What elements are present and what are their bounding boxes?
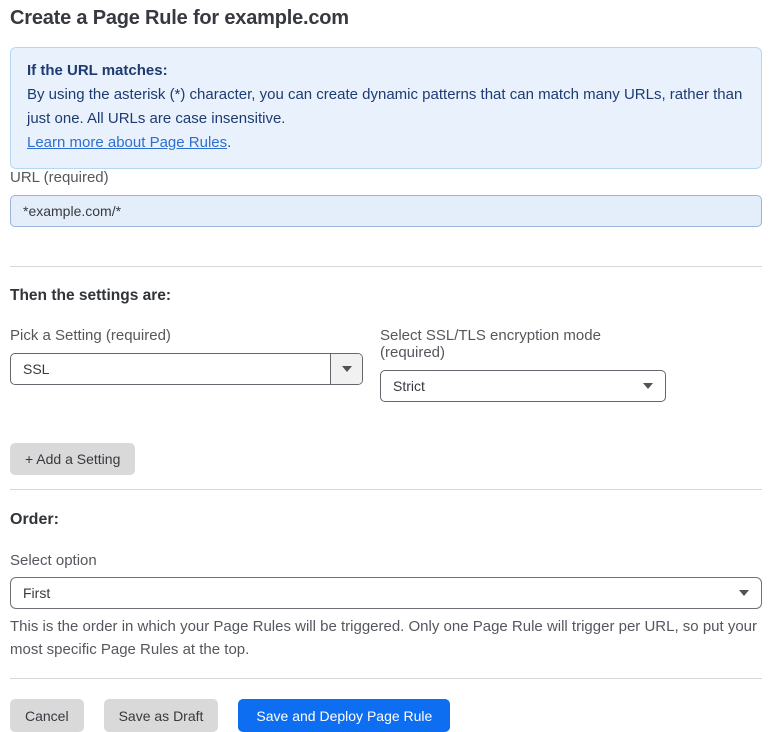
pick-setting-value: SSL [23,361,50,377]
ssl-mode-select[interactable]: Strict [380,370,666,402]
order-select-value: First [23,585,51,601]
url-match-info-banner: If the URL matches: By using the asteris… [10,47,762,169]
pick-setting-label: Pick a Setting (required) [10,327,171,344]
url-input[interactable] [10,195,762,227]
order-section-heading: Order: [10,511,59,528]
add-setting-button[interactable]: + Add a Setting [10,443,136,475]
divider [10,266,762,267]
chevron-down-icon [739,590,749,596]
save-as-draft-button[interactable]: Save as Draft [103,699,219,732]
chevron-down-icon [341,366,352,372]
chevron-down-icon [643,383,653,389]
pick-setting-group: Pick a Setting (required) SSL [10,327,363,402]
learn-more-link[interactable]: Learn more about Page Rules [27,134,227,151]
ssl-mode-label: Select SSL/TLS encryption mode (required… [380,327,601,361]
footer-actions: Cancel Save as Draft Save and Deploy Pag… [10,699,762,732]
order-select[interactable]: First [10,577,762,609]
divider [10,489,762,490]
ssl-mode-value: Strict [393,378,425,394]
save-and-deploy-button[interactable]: Save and Deploy Page Rule [238,699,451,732]
settings-section-heading: Then the settings are: [10,287,172,304]
link-period: . [227,134,232,151]
pick-setting-select[interactable]: SSL [10,353,363,385]
divider [10,678,762,679]
ssl-mode-group: Select SSL/TLS encryption mode (required… [380,327,666,402]
info-banner-body: By using the asterisk (*) character, you… [27,86,743,127]
page-title: Create a Page Rule for example.com [10,7,349,29]
order-select-label: Select option [10,552,97,569]
info-banner-link-line: Learn more about Page Rules. [27,131,745,155]
order-help-text: This is the order in which your Page Rul… [10,618,758,658]
pick-setting-arrow-button[interactable] [330,354,362,384]
cancel-button[interactable]: Cancel [10,699,84,732]
settings-selects-row: Pick a Setting (required) SSL Select SSL… [10,327,762,402]
page-rule-form: Create a Page Rule for example.com If th… [0,7,772,732]
url-field-label: URL (required) [10,169,109,186]
info-banner-heading: If the URL matches: [27,62,168,79]
